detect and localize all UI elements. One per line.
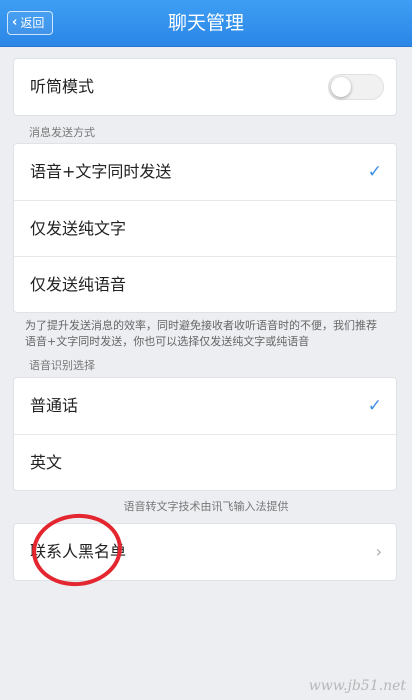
- send-option-text-only[interactable]: 仅发送纯文字: [14, 200, 396, 256]
- nav-bar: ‹ 返回 聊天管理: [0, 0, 412, 47]
- checkmark-icon: ✓: [367, 396, 382, 416]
- checkmark-icon: ✓: [367, 162, 382, 182]
- speech-option-mandarin[interactable]: 普通话 ✓: [14, 378, 396, 434]
- toggle-knob: [331, 77, 351, 97]
- option-label: 仅发送纯语音: [30, 275, 127, 294]
- speech-recognition-section-label: 语音识别选择: [29, 359, 95, 372]
- send-option-voice-and-text[interactable]: 语音+文字同时发送 ✓: [14, 144, 396, 200]
- option-label: 普通话: [30, 396, 79, 415]
- speech-option-english[interactable]: 英文: [14, 434, 396, 490]
- option-label: 语音+文字同时发送: [30, 162, 172, 181]
- earpiece-toggle[interactable]: [328, 74, 384, 100]
- blacklist-card: 联系人黑名单 ›: [13, 523, 397, 581]
- option-label: 仅发送纯文字: [30, 219, 127, 238]
- blacklist-label: 联系人黑名单: [30, 542, 127, 561]
- earpiece-card: 听筒模式: [13, 58, 397, 116]
- watermark: www.jb51.net: [308, 678, 406, 694]
- send-option-voice-only[interactable]: 仅发送纯语音: [14, 256, 396, 312]
- chevron-right-icon: ›: [375, 542, 382, 561]
- send-method-card: 语音+文字同时发送 ✓ 仅发送纯文字 仅发送纯语音: [13, 143, 397, 313]
- option-label: 英文: [30, 453, 63, 472]
- earpiece-row: 听筒模式: [14, 59, 396, 115]
- send-method-section-label: 消息发送方式: [29, 126, 95, 139]
- blacklist-row[interactable]: 联系人黑名单 ›: [14, 524, 396, 580]
- speech-provider-note: 语音转文字技术由讯飞输入法提供: [123, 500, 289, 513]
- earpiece-label: 听筒模式: [30, 77, 95, 96]
- send-method-help-text: 为了提升发送消息的效率，同时避免接收者收听语音时的不便，我们推荐语音+文字同时发…: [25, 319, 377, 348]
- page-title: 聊天管理: [167, 12, 244, 34]
- speech-recognition-card: 普通话 ✓ 英文: [13, 377, 397, 491]
